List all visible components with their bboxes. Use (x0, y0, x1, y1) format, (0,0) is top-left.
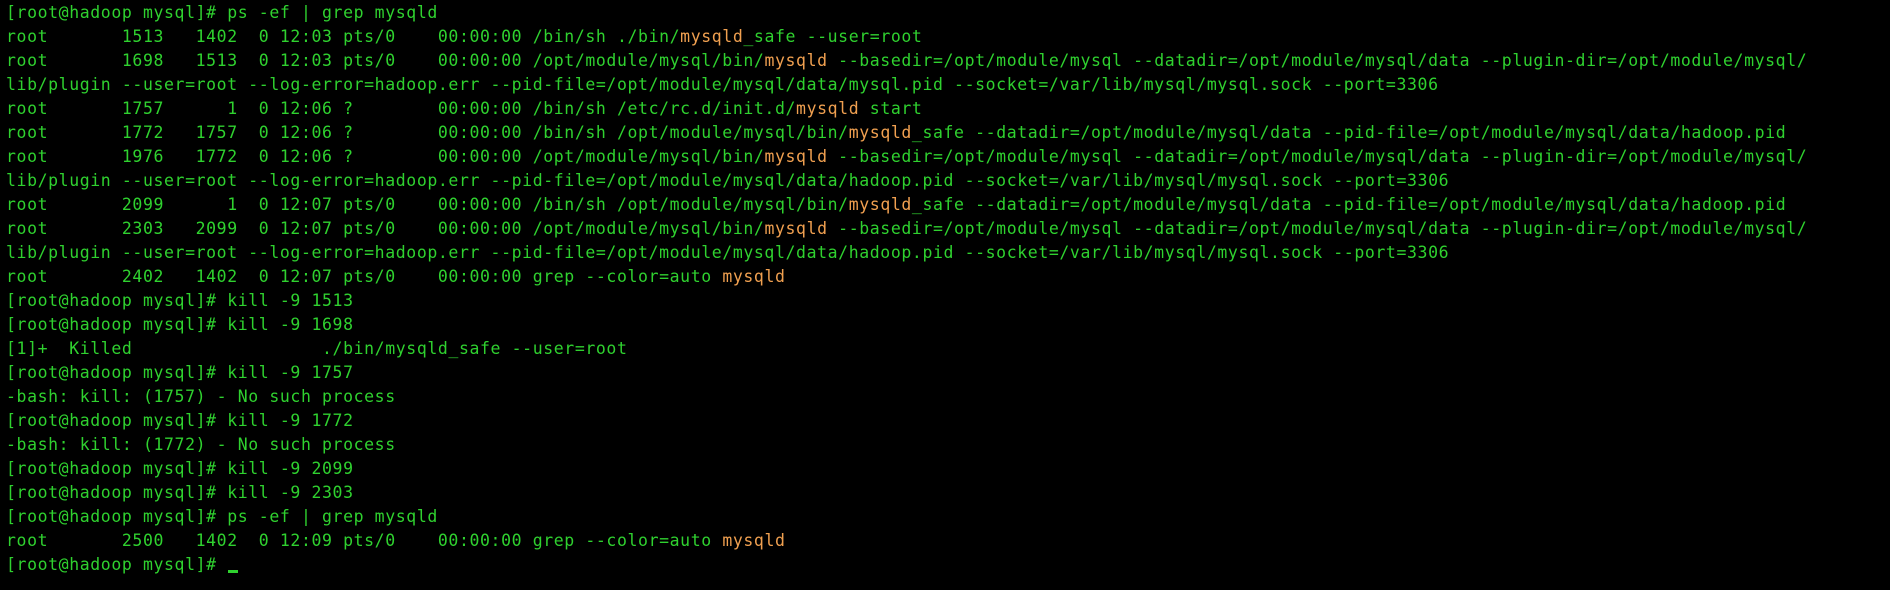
match-highlight: mysqld (722, 267, 786, 286)
prompt-text: [root@hadoop mysql]# (6, 555, 228, 574)
line-text: _safe --datadir=/opt/module/mysql/data -… (911, 123, 1787, 142)
line-text: lib/plugin --user=root --log-error=hadoo… (6, 75, 1439, 94)
match-highlight: mysqld (680, 27, 744, 46)
terminal-line: [root@hadoop mysql]# kill -9 2099 (6, 457, 1890, 481)
line-text: --basedir=/opt/module/mysql --datadir=/o… (827, 51, 1808, 70)
match-highlight: mysqld (796, 99, 860, 118)
line-text: [root@hadoop mysql]# kill -9 1513 (6, 291, 354, 310)
line-text: -bash: kill: (1757) - No such process (6, 387, 396, 406)
terminal-window[interactable]: [root@hadoop mysql]# ps -ef | grep mysql… (0, 0, 1890, 590)
match-highlight: mysqld (764, 51, 828, 70)
terminal-line: [1]+ Killed ./bin/mysqld_safe --user=roo… (6, 337, 1890, 361)
line-text: root 1976 1772 0 12:06 ? 00:00:00 /opt/m… (6, 147, 765, 166)
match-highlight: mysqld (848, 123, 912, 142)
prompt-line[interactable]: [root@hadoop mysql]# (6, 553, 1890, 577)
line-text: _safe --user=root (743, 27, 923, 46)
terminal-line: [root@hadoop mysql]# ps -ef | grep mysql… (6, 505, 1890, 529)
line-text: [root@hadoop mysql]# kill -9 2303 (6, 483, 354, 502)
terminal-line: lib/plugin --user=root --log-error=hadoo… (6, 241, 1890, 265)
line-text: -bash: kill: (1772) - No such process (6, 435, 396, 454)
terminal-line: [root@hadoop mysql]# kill -9 1757 (6, 361, 1890, 385)
terminal-line: root 1976 1772 0 12:06 ? 00:00:00 /opt/m… (6, 145, 1890, 169)
line-text: [root@hadoop mysql]# kill -9 1698 (6, 315, 354, 334)
line-text: [root@hadoop mysql]# ps -ef | grep mysql… (6, 3, 438, 22)
line-text: [root@hadoop mysql]# kill -9 1757 (6, 363, 354, 382)
line-text: lib/plugin --user=root --log-error=hadoo… (6, 243, 1450, 262)
terminal-line: -bash: kill: (1757) - No such process (6, 385, 1890, 409)
terminal-line: -bash: kill: (1772) - No such process (6, 433, 1890, 457)
line-text: root 1513 1402 0 12:03 pts/0 00:00:00 /b… (6, 27, 681, 46)
terminal-line: [root@hadoop mysql]# kill -9 2303 (6, 481, 1890, 505)
line-text: root 1698 1513 0 12:03 pts/0 00:00:00 /o… (6, 51, 765, 70)
line-text: start (859, 99, 923, 118)
line-text: --basedir=/opt/module/mysql --datadir=/o… (827, 147, 1808, 166)
terminal-line: root 2500 1402 0 12:09 pts/0 00:00:00 gr… (6, 529, 1890, 553)
line-text: lib/plugin --user=root --log-error=hadoo… (6, 171, 1450, 190)
line-text: [root@hadoop mysql]# kill -9 1772 (6, 411, 354, 430)
terminal-line: root 2303 2099 0 12:07 pts/0 00:00:00 /o… (6, 217, 1890, 241)
match-highlight: mysqld (764, 147, 828, 166)
terminal-line: [root@hadoop mysql]# kill -9 1513 (6, 289, 1890, 313)
terminal-line: [root@hadoop mysql]# kill -9 1772 (6, 409, 1890, 433)
terminal-line: lib/plugin --user=root --log-error=hadoo… (6, 169, 1890, 193)
terminal-line: root 2402 1402 0 12:07 pts/0 00:00:00 gr… (6, 265, 1890, 289)
line-text: root 2099 1 0 12:07 pts/0 00:00:00 /bin/… (6, 195, 849, 214)
line-text: _safe --datadir=/opt/module/mysql/data -… (911, 195, 1787, 214)
line-text: root 1757 1 0 12:06 ? 00:00:00 /bin/sh /… (6, 99, 797, 118)
terminal-output: [root@hadoop mysql]# ps -ef | grep mysql… (6, 1, 1890, 553)
terminal-line: root 1698 1513 0 12:03 pts/0 00:00:00 /o… (6, 49, 1890, 73)
line-text: [1]+ Killed ./bin/mysqld_safe --user=roo… (6, 339, 628, 358)
text-cursor (228, 570, 239, 573)
match-highlight: mysqld (764, 219, 828, 238)
line-text: root 2402 1402 0 12:07 pts/0 00:00:00 gr… (6, 267, 723, 286)
line-text: --basedir=/opt/module/mysql --datadir=/o… (827, 219, 1808, 238)
match-highlight: mysqld (722, 531, 786, 550)
terminal-line: root 1757 1 0 12:06 ? 00:00:00 /bin/sh /… (6, 97, 1890, 121)
match-highlight: mysqld (848, 195, 912, 214)
terminal-line: lib/plugin --user=root --log-error=hadoo… (6, 73, 1890, 97)
line-text: [root@hadoop mysql]# kill -9 2099 (6, 459, 354, 478)
terminal-line: [root@hadoop mysql]# ps -ef | grep mysql… (6, 1, 1890, 25)
line-text: root 1772 1757 0 12:06 ? 00:00:00 /bin/s… (6, 123, 849, 142)
terminal-line: [root@hadoop mysql]# kill -9 1698 (6, 313, 1890, 337)
terminal-line: root 2099 1 0 12:07 pts/0 00:00:00 /bin/… (6, 193, 1890, 217)
terminal-line: root 1513 1402 0 12:03 pts/0 00:00:00 /b… (6, 25, 1890, 49)
line-text: root 2303 2099 0 12:07 pts/0 00:00:00 /o… (6, 219, 765, 238)
line-text: root 2500 1402 0 12:09 pts/0 00:00:00 gr… (6, 531, 723, 550)
terminal-line: root 1772 1757 0 12:06 ? 00:00:00 /bin/s… (6, 121, 1890, 145)
line-text: [root@hadoop mysql]# ps -ef | grep mysql… (6, 507, 438, 526)
